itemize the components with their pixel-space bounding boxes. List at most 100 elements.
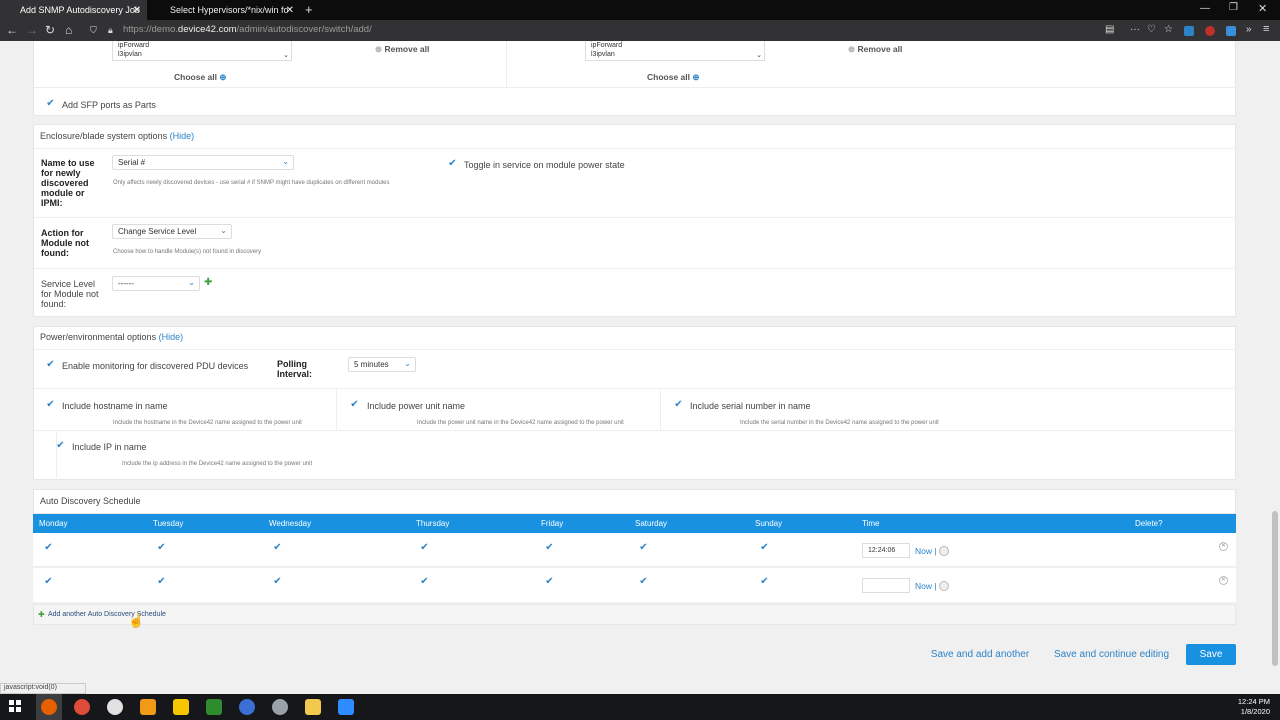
list-item[interactable]: ipForward bbox=[118, 41, 291, 50]
interfaces-panel: ipForward l3ipvlan ⌄ ⊗ Remove all Choose… bbox=[33, 41, 1237, 116]
power-hide-link[interactable]: (Hide) bbox=[159, 332, 184, 342]
extension-icon[interactable] bbox=[1184, 26, 1194, 36]
minimize-icon[interactable]: — bbox=[1200, 3, 1210, 14]
ublock-icon[interactable] bbox=[1205, 26, 1215, 36]
chevron-down-icon: ⌄ bbox=[404, 359, 411, 368]
tuesday-checkbox[interactable]: ✔ bbox=[156, 542, 167, 553]
toggle-service-checkbox[interactable]: ✔ bbox=[447, 158, 458, 169]
maximize-icon[interactable]: ❐ bbox=[1229, 2, 1238, 13]
sunday-checkbox[interactable]: ✔ bbox=[759, 576, 770, 587]
hostname-checkbox[interactable]: ✔ bbox=[45, 399, 56, 410]
lambda-icon[interactable] bbox=[206, 699, 222, 715]
schedule-row: ✔ ✔ ✔ ✔ ✔ ✔ ✔ 12:24:06 Now | ✕ bbox=[33, 533, 1236, 567]
saturday-checkbox[interactable]: ✔ bbox=[638, 542, 649, 553]
thursday-checkbox[interactable]: ✔ bbox=[419, 542, 430, 553]
folder-yellow-icon[interactable] bbox=[173, 699, 189, 715]
back-icon[interactable]: ← bbox=[6, 23, 18, 37]
column-header: Wednesday bbox=[269, 519, 312, 528]
zoom-icon[interactable] bbox=[338, 699, 354, 715]
reload-icon[interactable]: ↻ bbox=[45, 23, 55, 37]
name-to-use-select[interactable]: Serial # ⌄ bbox=[112, 155, 294, 170]
close-tab-icon[interactable]: ✕ bbox=[286, 5, 294, 16]
sunday-checkbox[interactable]: ✔ bbox=[759, 542, 770, 553]
save-button[interactable]: Save bbox=[1186, 644, 1236, 665]
app-icon[interactable] bbox=[239, 699, 255, 715]
remove-icon: ⊗ bbox=[848, 44, 856, 54]
remove-all-right[interactable]: ⊗ Remove all bbox=[848, 44, 902, 55]
reader-icon[interactable]: ▤ bbox=[1105, 24, 1114, 35]
more-icon[interactable]: ··· bbox=[1130, 24, 1140, 35]
tab-add-snmp[interactable]: Add SNMP Autodiscovery Job ✕ bbox=[0, 0, 147, 20]
forward-icon[interactable]: → bbox=[26, 23, 38, 37]
new-tab-icon[interactable]: + bbox=[305, 2, 313, 17]
file-explorer-icon[interactable] bbox=[305, 699, 321, 715]
firefox-icon[interactable] bbox=[41, 699, 57, 715]
time-input[interactable] bbox=[862, 578, 910, 593]
service-level-select[interactable]: ------ ⌄ bbox=[112, 276, 200, 291]
friday-checkbox[interactable]: ✔ bbox=[544, 542, 555, 553]
name-to-use-label: Name to use for newly discovered module … bbox=[41, 158, 95, 208]
menu-icon[interactable]: ≡ bbox=[1263, 23, 1269, 35]
list-item[interactable]: l3ipvlan bbox=[118, 50, 291, 59]
app-icon[interactable] bbox=[272, 699, 288, 715]
shield-icon[interactable]: ⛉ bbox=[90, 25, 97, 36]
page-scrollbar[interactable] bbox=[1270, 41, 1280, 694]
ip-checkbox[interactable]: ✔ bbox=[55, 440, 66, 451]
powerunit-checkbox[interactable]: ✔ bbox=[349, 399, 360, 410]
time-input[interactable]: 12:24:06 bbox=[862, 543, 910, 558]
serial-checkbox[interactable]: ✔ bbox=[673, 399, 684, 410]
url-bar[interactable]: https://demo.device42.com/admin/autodisc… bbox=[123, 24, 372, 35]
thursday-checkbox[interactable]: ✔ bbox=[419, 576, 430, 587]
system-clock[interactable]: 12:24 PM 1/8/2020 bbox=[1238, 697, 1270, 717]
delete-icon[interactable]: ✕ bbox=[1219, 542, 1228, 551]
sfp-checkbox[interactable]: ✔ bbox=[45, 98, 56, 109]
sublime-icon[interactable] bbox=[140, 699, 156, 715]
saturday-checkbox[interactable]: ✔ bbox=[638, 576, 649, 587]
slack-icon[interactable] bbox=[107, 699, 123, 715]
right-select-list[interactable]: ipForward l3ipvlan ⌄ bbox=[585, 41, 765, 61]
pdu-checkbox[interactable]: ✔ bbox=[45, 359, 56, 370]
chrome-icon[interactable] bbox=[74, 699, 90, 715]
save-and-add-another-button[interactable]: Save and add another bbox=[927, 644, 1033, 665]
overflow-icon[interactable]: » bbox=[1246, 24, 1252, 35]
divider bbox=[34, 148, 1237, 149]
select-value: ------ bbox=[118, 279, 134, 288]
remove-all-label: Remove all bbox=[384, 44, 430, 54]
windows-start-icon[interactable] bbox=[9, 700, 21, 712]
extension-icon[interactable] bbox=[1226, 26, 1236, 36]
clock-icon[interactable] bbox=[939, 581, 949, 591]
now-link[interactable]: Now | bbox=[915, 546, 937, 556]
wednesday-checkbox[interactable]: ✔ bbox=[272, 576, 283, 587]
friday-checkbox[interactable]: ✔ bbox=[544, 576, 555, 587]
close-window-icon[interactable]: ✕ bbox=[1258, 2, 1267, 15]
list-item[interactable]: l3ipvlan bbox=[591, 50, 764, 59]
scrollbar-thumb[interactable] bbox=[1272, 511, 1278, 666]
divider bbox=[34, 388, 1237, 389]
clock-icon[interactable] bbox=[939, 546, 949, 556]
monday-checkbox[interactable]: ✔ bbox=[43, 576, 54, 587]
list-item[interactable]: ipForward bbox=[591, 41, 764, 50]
tab-select-hypervisors[interactable]: Select Hypervisors/*nix/win fo ✕ bbox=[150, 0, 300, 20]
delete-icon[interactable]: ✕ bbox=[1219, 576, 1228, 585]
choose-all-right[interactable]: Choose all ⊕ bbox=[647, 72, 699, 83]
save-and-continue-button[interactable]: Save and continue editing bbox=[1048, 644, 1175, 665]
left-select-list[interactable]: ipForward l3ipvlan ⌄ bbox=[112, 41, 292, 61]
column-header: Thursday bbox=[416, 519, 450, 528]
monday-checkbox[interactable]: ✔ bbox=[43, 542, 54, 553]
now-link[interactable]: Now | bbox=[915, 581, 937, 591]
wednesday-checkbox[interactable]: ✔ bbox=[272, 542, 283, 553]
column-header: Delete? bbox=[1135, 519, 1163, 528]
add-plus-icon[interactable]: ✚ bbox=[204, 277, 212, 288]
remove-all-left[interactable]: ⊗ Remove all bbox=[375, 44, 429, 55]
choose-all-left[interactable]: Choose all ⊕ bbox=[174, 72, 226, 83]
bookmark-star-icon[interactable]: ☆ bbox=[1164, 24, 1173, 35]
enclosure-hide-link[interactable]: (Hide) bbox=[170, 131, 195, 141]
polling-select[interactable]: 5 minutes ⌄ bbox=[348, 357, 416, 372]
add-schedule-link[interactable]: Add another Auto Discovery Schedule bbox=[48, 611, 166, 618]
pocket-icon[interactable]: ♡ bbox=[1147, 24, 1156, 35]
close-tab-icon[interactable]: ✕ bbox=[133, 5, 141, 16]
action-select[interactable]: Change Service Level ⌄ bbox=[112, 224, 232, 239]
home-icon[interactable]: ⌂ bbox=[65, 23, 72, 37]
schedule-header-row: Monday Tuesday Wednesday Thursday Friday… bbox=[33, 514, 1236, 533]
tuesday-checkbox[interactable]: ✔ bbox=[156, 576, 167, 587]
